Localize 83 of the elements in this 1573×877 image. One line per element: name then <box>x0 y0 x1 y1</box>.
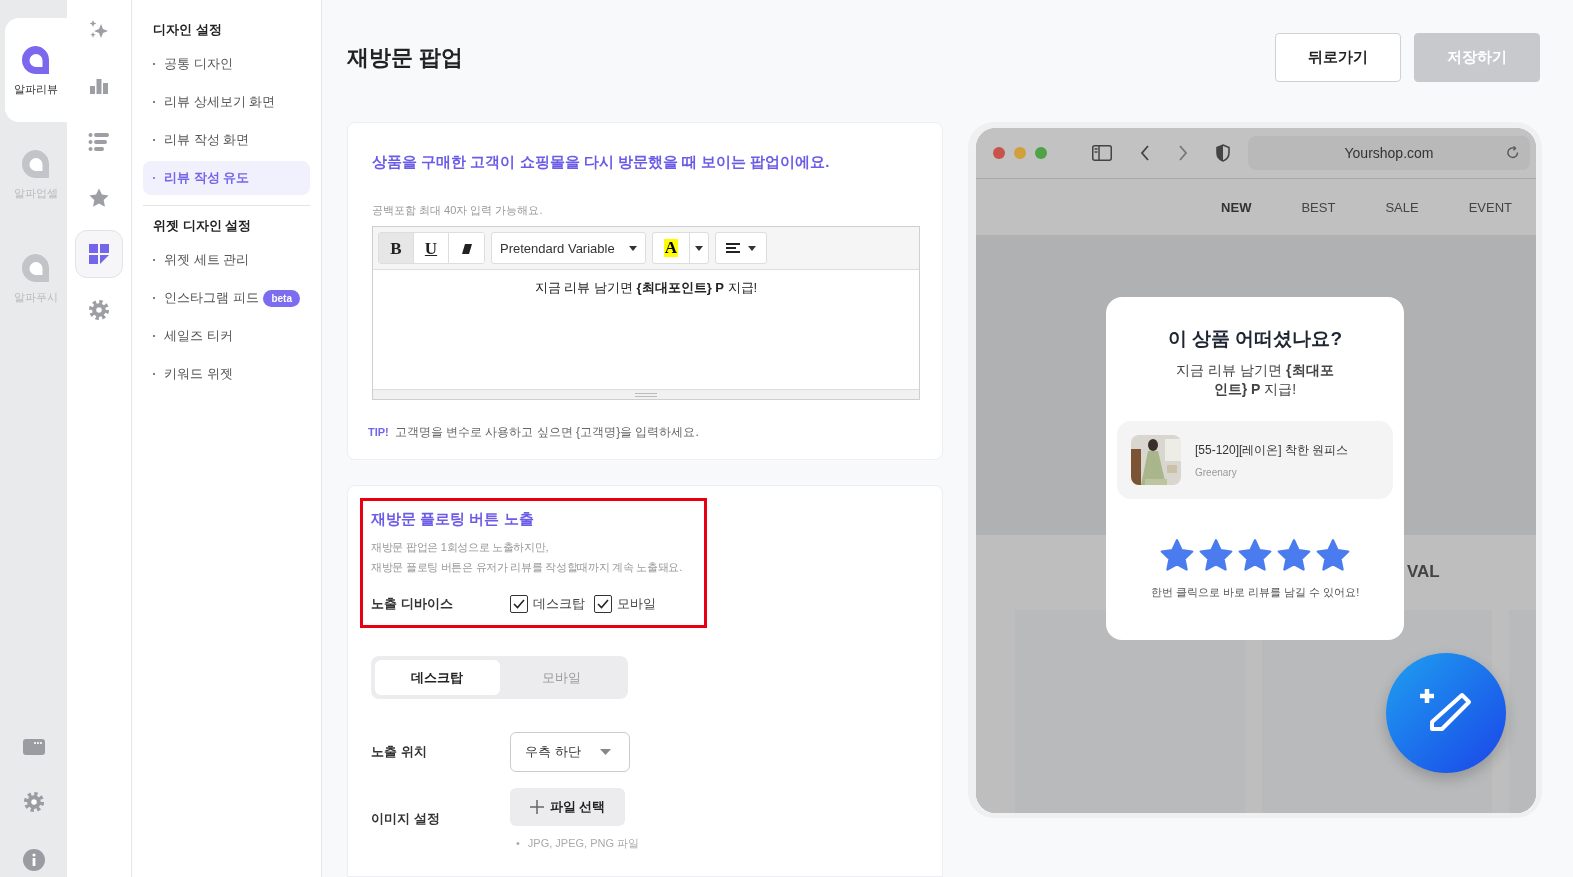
star-icon <box>1276 538 1312 574</box>
popup-title: 이 상품 어떠셨나요? <box>1167 327 1343 351</box>
tip-label: TIP! <box>368 426 389 438</box>
checkbox-label[interactable]: 데스크탑 <box>533 595 585 613</box>
section-title: 재방문 플로팅 버튼 노출 <box>371 510 535 529</box>
align-center-icon <box>726 242 740 254</box>
menu-item[interactable]: 인스타그램 피드 beta <box>143 281 310 315</box>
eraser-icon <box>460 243 473 255</box>
address-bar[interactable]: Yourshop.com <box>1248 136 1530 170</box>
info-icon[interactable] <box>22 849 45 871</box>
nav-link[interactable]: BEST <box>1301 199 1336 215</box>
align-dropdown[interactable] <box>715 232 767 264</box>
app-tab[interactable]: 알파리뷰 <box>5 18 67 122</box>
shield-icon[interactable] <box>1216 144 1230 162</box>
star-rating[interactable] <box>1159 538 1351 574</box>
menu-item[interactable]: 공통 디자인 <box>143 47 310 81</box>
star-icon <box>1237 538 1273 574</box>
tip-text: 고객명을 변수로 사용하고 싶으면 {고객명}을 입력하세요. <box>394 424 699 441</box>
menu-item-label[interactable]: 인스타그램 피드 <box>164 289 259 307</box>
menu-item[interactable]: 위젯 세트 관리 <box>143 243 310 277</box>
section-title: 디자인 설정 <box>152 21 223 39</box>
checkbox-label[interactable]: 모바일 <box>617 595 656 613</box>
position-dropdown[interactable]: 우측 하단 <box>510 732 630 772</box>
caret-icon <box>629 245 637 251</box>
page-title: 재방문 팝업 <box>347 44 465 72</box>
star-icon <box>1159 538 1195 574</box>
check-icon <box>513 599 525 609</box>
chat-icon[interactable] <box>22 739 45 755</box>
star-icon[interactable] <box>88 187 110 209</box>
description-text: 재방문 팝업은 1회성으로 노출하지만, <box>371 540 550 555</box>
editor-text[interactable]: 지금 리뷰 남기면 {최대포인트} P 지급! <box>534 280 758 295</box>
back-icon[interactable] <box>1140 145 1150 161</box>
settings-icon[interactable] <box>22 791 45 813</box>
checkbox[interactable] <box>510 595 528 613</box>
product-name: [55-120][레이온] 착한 원피스 <box>1195 442 1349 459</box>
checkbox[interactable] <box>594 595 612 613</box>
nav-link[interactable]: SALE <box>1385 199 1419 215</box>
star-icon <box>1315 538 1351 574</box>
check-icon <box>597 599 609 609</box>
back-button[interactable]: 뒤로가기 <box>1275 33 1401 82</box>
caret-icon <box>748 245 756 251</box>
dashboard-icon[interactable] <box>88 243 110 265</box>
view-tab[interactable]: 데스크탑 <box>375 660 500 695</box>
app-logo-icon <box>20 43 52 76</box>
font-dropdown[interactable]: Pretendard Variable <box>491 232 646 264</box>
plus-icon <box>529 800 544 814</box>
menu-item[interactable]: 세일즈 티커 <box>143 319 310 353</box>
nav-link[interactable]: EVENT <box>1468 199 1512 215</box>
rich-text-editor[interactable]: B U Pretendard Variable A 지금 리뷰 남기면 {최대포인트} P 지급! <box>372 226 920 400</box>
text-color-button[interactable]: A <box>663 239 679 257</box>
star-icon <box>1198 538 1234 574</box>
caret-icon <box>695 245 703 251</box>
field-label: 노출 디바이스 <box>371 595 454 613</box>
reload-icon <box>1506 146 1520 160</box>
field-label: 이미지 설정 <box>371 810 441 828</box>
description-text: 재방문 플로팅 버튼은 유저가 리뷰를 작성할때까지 계속 노출돼요. <box>371 560 683 575</box>
product-brand: Greenary <box>1195 467 1238 478</box>
caret-icon <box>600 749 611 755</box>
bullet-mark: • <box>516 836 520 850</box>
bold-button[interactable]: B <box>379 233 414 263</box>
menu-item[interactable]: 키워드 위젯 <box>143 357 310 391</box>
file-select-button[interactable]: 파일 선택 <box>510 788 625 826</box>
beta-badge: beta <box>263 289 300 307</box>
menu-item[interactable]: 리뷰 상세보기 화면 <box>143 85 310 119</box>
resize-grip-icon <box>635 392 657 397</box>
popup-description: 상품을 구매한 고객이 쇼핑몰을 다시 방문했을 때 보이는 팝업이에요. <box>372 153 831 172</box>
character-limit-hint: 공백포함 최대 40자 입력 가능해요. <box>372 203 544 218</box>
popup-message: 지금 리뷰 남기면 {최대포인트} P 지급! <box>1175 361 1335 399</box>
file-note: JPG, JPEG, PNG 파일 <box>527 836 640 850</box>
menu-item[interactable]: 리뷰 작성 화면 <box>143 123 310 157</box>
menu-item[interactable]: 리뷰 작성 유도 <box>143 161 310 195</box>
forward-icon[interactable] <box>1178 145 1188 161</box>
settings-icon[interactable] <box>88 299 110 321</box>
section-title: 위젯 디자인 설정 <box>152 217 253 235</box>
app-logo-icon <box>20 147 52 180</box>
list-icon[interactable] <box>87 130 111 154</box>
sidebar-icon[interactable] <box>1092 145 1112 161</box>
window-controls-icon <box>993 147 1050 159</box>
app-logo-icon <box>20 251 52 284</box>
nav-link[interactable]: NEW <box>1221 199 1252 215</box>
banner-text: VAL <box>1407 562 1440 582</box>
popup-footer-text: 한번 클릭으로 바로 리뷰를 남길 수 있어요! <box>1150 585 1360 600</box>
field-label: 노출 위치 <box>371 743 428 761</box>
